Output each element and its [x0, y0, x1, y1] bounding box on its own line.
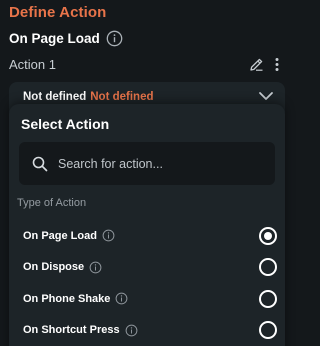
info-icon[interactable]: [125, 324, 138, 337]
option-label: On Page Load: [23, 229, 97, 242]
info-icon[interactable]: [89, 261, 102, 274]
select-action-panel: Select Action Type of Action On Page Loa…: [9, 104, 285, 346]
option-on-page-load[interactable]: On Page Load: [9, 220, 285, 252]
page-title: Define Action: [9, 4, 107, 21]
action-row: Action 1: [9, 55, 280, 73]
action-type-list: On Page Load On Dispose On Phone Shake O…: [9, 220, 285, 346]
option-on-dispose[interactable]: On Dispose: [9, 252, 285, 284]
info-icon[interactable]: [102, 229, 115, 242]
trigger-label: On Page Load: [9, 31, 100, 46]
option-label: On Shortcut Press: [23, 324, 120, 337]
option-label: On Phone Shake: [23, 292, 111, 305]
section-label: Type of Action: [17, 197, 87, 209]
more-vertical-icon[interactable]: [274, 57, 280, 72]
dropdown-value: Not defined: [23, 91, 87, 103]
radio-button[interactable]: [259, 258, 277, 277]
option-label: On Dispose: [23, 261, 85, 274]
search-input[interactable]: [58, 156, 258, 171]
search-box[interactable]: [19, 142, 275, 185]
action-tools: [249, 57, 280, 72]
search-icon: [32, 156, 48, 172]
option-on-phone-shake[interactable]: On Phone Shake: [9, 283, 285, 315]
info-icon[interactable]: [106, 30, 123, 47]
radio-button[interactable]: [259, 321, 277, 340]
action-label: Action 1: [9, 56, 56, 72]
info-icon[interactable]: [115, 292, 128, 305]
dropdown-status: Not defined: [90, 91, 154, 103]
option-on-shortcut-press[interactable]: On Shortcut Press: [9, 315, 285, 346]
pencil-icon[interactable]: [249, 57, 264, 72]
chevron-down-icon[interactable]: [258, 90, 274, 102]
radio-button-selected[interactable]: [259, 226, 277, 245]
panel-title: Select Action: [21, 116, 110, 132]
trigger-heading: On Page Load: [9, 30, 123, 47]
radio-button[interactable]: [259, 289, 277, 308]
